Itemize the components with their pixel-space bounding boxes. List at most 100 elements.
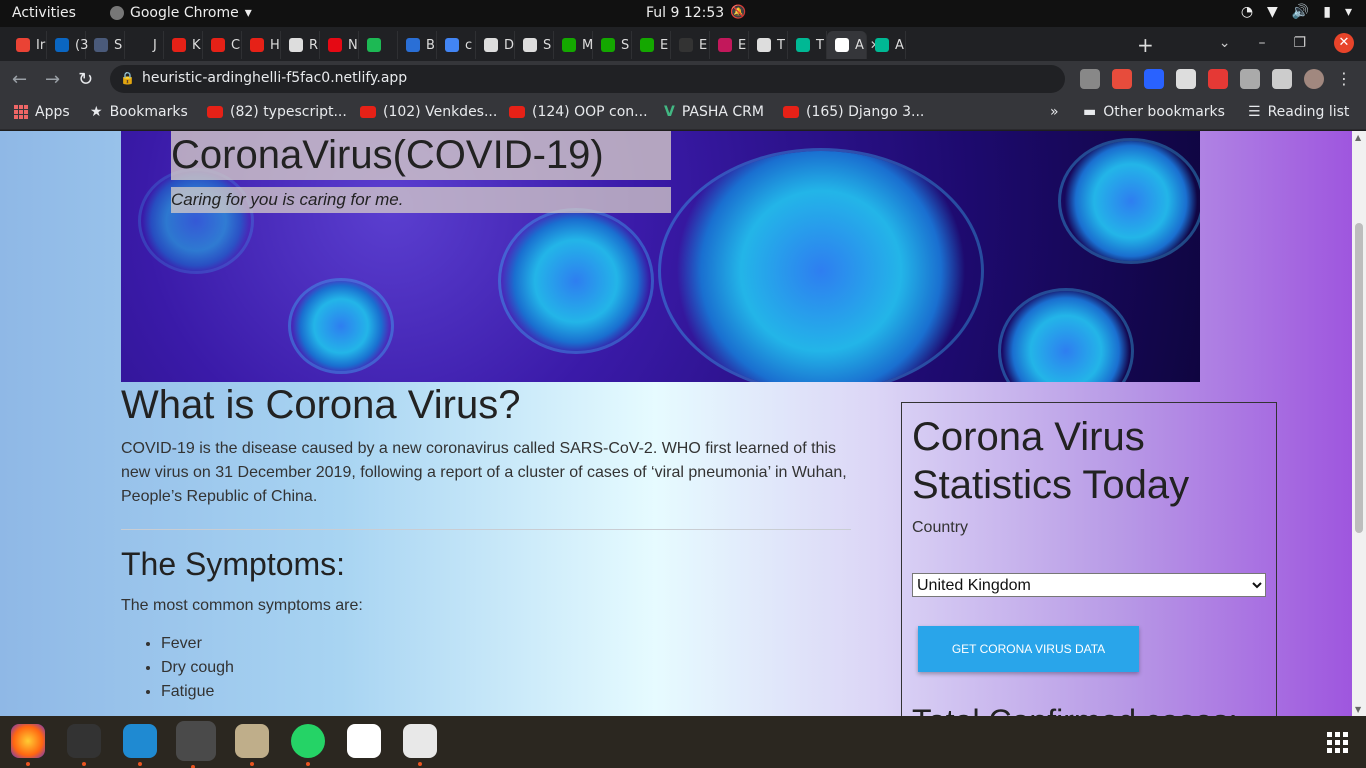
bookmark-item-label: (102) Venkdes... xyxy=(383,104,498,120)
bookmark-item[interactable]: (82) typescript... xyxy=(207,104,347,120)
symptoms-heading: The Symptoms: xyxy=(121,546,346,582)
ip-extension-icon[interactable] xyxy=(1144,69,1164,89)
minimize-button[interactable]: – xyxy=(1258,35,1265,51)
bookmark-item[interactable]: V PASHA CRM xyxy=(664,104,764,120)
tab-label: Ir xyxy=(36,37,46,53)
address-bar[interactable]: 🔒 heuristic-ardinghelli-f5fac0.netlify.a… xyxy=(110,65,1065,93)
page-scrollbar[interactable]: ▲ ▼ xyxy=(1352,131,1366,716)
virus-image xyxy=(291,281,391,371)
browser-tab[interactable]: A✕ xyxy=(827,31,880,59)
scrollbar-thumb[interactable] xyxy=(1355,223,1363,533)
system-tray[interactable]: ◔ ▼ 🔊 ▮ ▾ xyxy=(1241,4,1352,20)
tab-label: c xyxy=(465,37,473,53)
tab-favicon-icon xyxy=(601,38,615,52)
browser-tab[interactable]: R xyxy=(281,31,320,59)
slack-icon[interactable] xyxy=(347,724,381,758)
tab-search-icon[interactable]: ⌄ xyxy=(1219,35,1231,51)
bookmark-item[interactable]: (124) OOP con... xyxy=(509,104,648,120)
system-top-bar: Activities Google Chrome ▾ Ful 9 12:53 🔕… xyxy=(0,0,1366,27)
browser-tab[interactable]: Ir xyxy=(8,31,47,59)
browser-tab[interactable]: E xyxy=(632,31,671,59)
media-control-icon[interactable] xyxy=(1272,69,1292,89)
terminal-icon[interactable] xyxy=(67,724,101,766)
browser-tab[interactable]: C xyxy=(203,31,242,59)
bookmark-item[interactable]: (102) Venkdes... xyxy=(360,104,497,120)
reading-list-button[interactable]: ☰ Reading list xyxy=(1248,104,1349,120)
bookmark-folder-bookmarks[interactable]: ★ Bookmarks xyxy=(90,104,188,120)
browser-tab[interactable] xyxy=(359,31,398,59)
get-data-button[interactable]: GET CORONA VIRUS DATA xyxy=(918,626,1139,672)
close-window-button[interactable]: ✕ xyxy=(1334,33,1354,53)
browser-tab[interactable]: B xyxy=(398,31,437,59)
browser-tab[interactable]: E xyxy=(671,31,710,59)
back-button[interactable]: ← xyxy=(12,69,27,90)
tab-label: R xyxy=(309,37,319,53)
incognito-extension-icon[interactable] xyxy=(1080,69,1100,89)
chrome-app-icon xyxy=(110,6,124,20)
chrome-icon[interactable] xyxy=(176,721,216,768)
reload-button[interactable]: ↻ xyxy=(78,69,93,90)
virus-image xyxy=(141,171,251,271)
tab-favicon-icon xyxy=(367,38,381,52)
browser-tab[interactable]: M xyxy=(554,31,593,59)
page-viewport[interactable]: CoronaVirus(COVID-19) Caring for you is … xyxy=(0,131,1366,716)
browser-tab[interactable]: S xyxy=(593,31,632,59)
whatsapp-icon[interactable] xyxy=(291,724,325,766)
tab-favicon-icon xyxy=(94,38,108,52)
browser-tab[interactable]: S xyxy=(515,31,554,59)
symptoms-list: Fever Dry cough Fatigue xyxy=(121,632,851,704)
browser-tab[interactable]: (3 xyxy=(47,31,88,59)
browser-tab[interactable]: S xyxy=(86,31,125,59)
browser-tab[interactable]: A xyxy=(867,31,906,59)
tab-label: A xyxy=(895,37,904,53)
tab-favicon-icon xyxy=(523,38,537,52)
bookmark-other[interactable]: ▬ Other bookmarks xyxy=(1083,104,1225,120)
browser-tab[interactable]: K xyxy=(164,31,203,59)
browser-tab[interactable]: N xyxy=(320,31,359,59)
tab-favicon-icon xyxy=(328,38,342,52)
forward-button[interactable]: → xyxy=(45,69,60,90)
browser-tab[interactable]: T xyxy=(749,31,788,59)
virus-image xyxy=(1061,141,1200,261)
virus-image xyxy=(1001,291,1131,382)
lock-icon[interactable]: 🔒 xyxy=(120,71,135,85)
browser-tab[interactable]: D xyxy=(476,31,515,59)
circle-extension-icon[interactable] xyxy=(1176,69,1196,89)
files-icon[interactable] xyxy=(235,724,269,766)
bookmark-apps[interactable]: Apps xyxy=(14,104,70,120)
restore-button[interactable]: ❐ xyxy=(1293,35,1306,51)
clock[interactable]: Ful 9 12:53 xyxy=(646,5,724,21)
tab-favicon-icon xyxy=(16,38,30,52)
tab-label: S xyxy=(621,37,630,53)
stop-extension-icon[interactable] xyxy=(1208,69,1228,89)
extensions-area: ⋮ xyxy=(1080,69,1356,89)
new-tab-button[interactable]: + xyxy=(1137,33,1154,57)
show-applications-icon[interactable] xyxy=(1327,732,1348,753)
browser-tab[interactable]: J xyxy=(125,31,164,59)
activities-button[interactable]: Activities xyxy=(12,5,76,21)
url-text[interactable]: heuristic-ardinghelli-f5fac0.netlify.app xyxy=(142,70,407,86)
profile-avatar[interactable] xyxy=(1304,69,1324,89)
browser-tab[interactable]: c xyxy=(437,31,476,59)
scroll-down-icon[interactable]: ▼ xyxy=(1355,705,1361,714)
vscode-icon[interactable] xyxy=(123,724,157,766)
browser-toolbar: ← → ↻ 🔒 heuristic-ardinghelli-f5fac0.net… xyxy=(0,61,1366,97)
video-extension-icon[interactable] xyxy=(1112,69,1132,89)
browser-tab[interactable]: E xyxy=(710,31,749,59)
list-item: Fatigue xyxy=(161,680,851,704)
firefox-icon[interactable] xyxy=(11,724,45,766)
tab-favicon-icon xyxy=(484,38,498,52)
virus-image xyxy=(501,211,651,351)
tab-favicon-icon xyxy=(406,38,420,52)
bookmark-item[interactable]: (165) Django 3... xyxy=(783,104,924,120)
bookmarks-overflow-button[interactable]: » xyxy=(1050,104,1059,120)
browser-tab[interactable]: T xyxy=(788,31,827,59)
puzzle-icon[interactable] xyxy=(1240,69,1260,89)
scroll-up-icon[interactable]: ▲ xyxy=(1355,133,1361,142)
country-select[interactable]: United Kingdom xyxy=(912,573,1266,597)
more-menu-icon[interactable]: ⋮ xyxy=(1336,69,1356,89)
browser-tab[interactable]: H xyxy=(242,31,281,59)
divider xyxy=(121,529,851,530)
app-menu[interactable]: Google Chrome ▾ xyxy=(110,5,252,21)
screenshot-tool-icon[interactable] xyxy=(403,724,437,766)
